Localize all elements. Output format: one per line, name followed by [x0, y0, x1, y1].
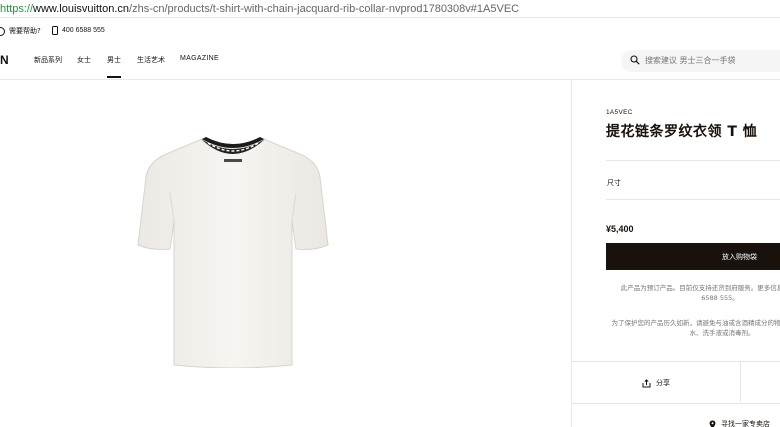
size-selector[interactable]: 尺寸 — [607, 178, 621, 188]
divider — [740, 362, 741, 402]
phone-number: 400 6588 555 — [62, 27, 105, 34]
product-price: ¥5,400 — [606, 224, 634, 234]
preorder-note: 此产品为预订产品。目前仅支持还货到府服务。更多信息 6588 555。 — [612, 283, 780, 303]
help-label: 需要帮助? — [9, 27, 41, 35]
nav-item-women[interactable]: 女士 — [77, 55, 91, 65]
share-label: 分享 — [656, 379, 670, 387]
nav-item-new[interactable]: 新品系列 — [34, 55, 62, 65]
url-path: /zhs-cn/products/t-shirt-with-chain-jacq… — [129, 3, 520, 15]
column-divider — [571, 80, 572, 427]
care-note-line1: 为了保护您的产品历久如新，请避免与油或含酒精成分的物 — [611, 319, 780, 327]
search-icon — [630, 55, 640, 65]
product-title: 提花链条罗纹衣领 T 恤 — [606, 124, 758, 140]
nav-item-men[interactable]: 男士 — [107, 55, 121, 78]
divider — [572, 403, 780, 404]
address-bar[interactable]: https://www.louisvuitton.cn/zhs-cn/produ… — [0, 0, 780, 18]
product-image-area[interactable] — [0, 80, 572, 427]
url-scheme: https:// — [0, 3, 34, 15]
utility-bar: 需要帮助? 400 6588 555 — [0, 20, 780, 42]
find-store-label: 寻找一家专卖店 — [721, 420, 770, 427]
find-store-link[interactable]: 寻找一家专卖店 — [709, 419, 770, 427]
nav-item-art-of-living[interactable]: 生活艺术 — [137, 55, 165, 65]
location-pin-icon — [709, 420, 716, 427]
search-input[interactable]: 搜索建议 男士三合一手袋 — [621, 50, 780, 72]
help-link[interactable]: 需要帮助? — [0, 26, 41, 36]
care-note-line2: 水、洗手液或消毒剂。 — [689, 329, 755, 337]
divider — [606, 199, 780, 200]
add-to-bag-label: 放入购物袋 — [722, 252, 757, 261]
help-icon — [0, 26, 5, 36]
phone-icon — [52, 26, 58, 35]
divider — [606, 160, 780, 161]
main-nav: N 新品系列 女士 男士 生活艺术 MAGAZINE 搜索建议 男士三合一手袋 — [0, 42, 780, 80]
care-note: 为了保护您的产品历久如新，请避免与油或含酒精成分的物 水、洗手液或消毒剂。 — [606, 318, 780, 338]
product-image-tshirt — [137, 137, 329, 368]
product-sku: 1A5VEC — [606, 109, 633, 116]
share-button[interactable]: 分享 — [642, 378, 670, 388]
share-icon — [642, 378, 651, 387]
preorder-note-line2: 6588 555。 — [701, 294, 739, 302]
nav-item-magazine[interactable]: MAGAZINE — [180, 55, 219, 62]
phone-link[interactable]: 400 6588 555 — [52, 26, 105, 35]
search-placeholder: 搜索建议 男士三合一手袋 — [645, 56, 736, 65]
url-host: www.louisvuitton.cn — [33, 3, 130, 15]
brand-logo[interactable]: N — [0, 53, 10, 67]
add-to-bag-button[interactable]: 放入购物袋 — [606, 243, 780, 270]
preorder-note-line1: 此产品为预订产品。目前仅支持还货到府服务。更多信息 — [620, 284, 780, 292]
divider — [572, 361, 780, 362]
